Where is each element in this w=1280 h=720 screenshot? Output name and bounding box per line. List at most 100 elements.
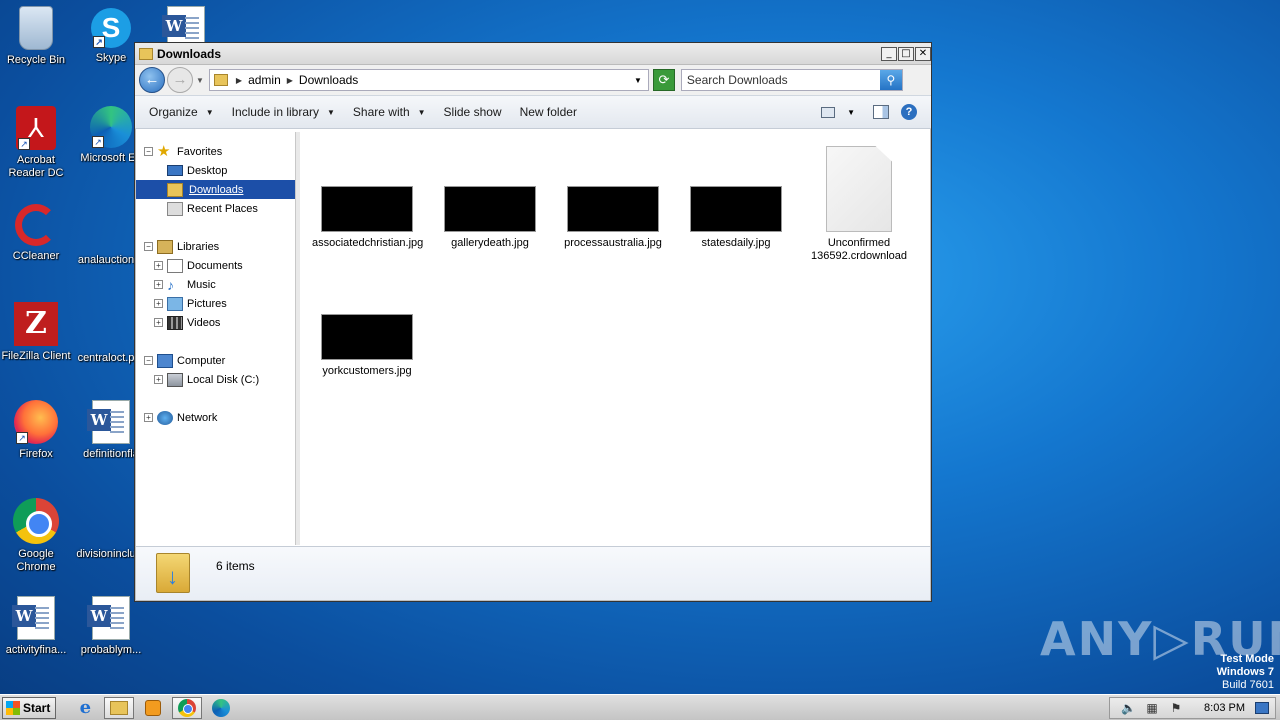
collapse-icon[interactable]: − [144, 147, 153, 156]
desktop-icon-divisioninclu[interactable]: divisioninclu [70, 498, 142, 561]
tree-item-downloads[interactable]: Downloads [136, 180, 295, 199]
expand-icon[interactable]: + [144, 413, 153, 422]
desktop-icon-label: probablym... [80, 644, 142, 656]
back-button[interactable]: ← [139, 67, 165, 93]
taskbar-edge[interactable] [206, 697, 236, 719]
network-icon [157, 410, 173, 425]
tree-item-local-disk[interactable]: + Local Disk (C:) [136, 370, 295, 389]
desktop-icon-acrobat[interactable]: ⅄ ↗ Acrobat Reader DC [0, 106, 72, 180]
window-controls: _ □ ✕ [880, 46, 931, 61]
slide-show-button[interactable]: Slide show [444, 105, 502, 119]
refresh-button[interactable]: ⟳ [652, 69, 675, 91]
document-icon [83, 498, 129, 544]
taskbar-chrome[interactable] [172, 696, 203, 719]
expand-icon[interactable]: + [154, 318, 163, 327]
taskbar-explorer[interactable] [104, 696, 135, 719]
breadcrumb-admin[interactable]: admin [248, 73, 281, 87]
chrome-icon [178, 698, 197, 717]
file-name: gallerydeath.jpg [451, 237, 529, 249]
chevron-down-icon[interactable]: ▼ [847, 108, 855, 117]
desktop-icon-ccleaner[interactable]: CCleaner [0, 204, 72, 263]
expand-icon[interactable]: + [154, 280, 163, 289]
skype-icon: S ↗ [91, 8, 131, 48]
taskbar-media-player[interactable] [138, 697, 168, 719]
include-in-library-button[interactable]: Include in library ▼ [232, 105, 335, 119]
file-item[interactable]: gallerydeath.jpg [435, 186, 545, 250]
image-thumbnail [321, 186, 413, 232]
explorer-body: − ★ Favorites Desktop Downloads Recent P… [136, 132, 930, 545]
desktop-icon-label: Microsoft Ed [80, 152, 142, 164]
tree-item-music[interactable]: + ♪ Music [136, 275, 295, 294]
star-icon: ★ [157, 142, 171, 160]
recent-places-icon [167, 201, 183, 216]
search-input[interactable] [681, 71, 880, 89]
tree-item-desktop[interactable]: Desktop [136, 161, 295, 180]
desktop-icon-analauction[interactable]: analauction [70, 204, 142, 267]
desktop-icon-filezilla[interactable]: Z FileZilla Client [0, 302, 72, 363]
tree-item-pictures[interactable]: + Pictures [136, 294, 295, 313]
file-item[interactable]: processaustralia.jpg [558, 186, 668, 250]
view-controls: ▼ ? [821, 104, 931, 120]
flag-icon[interactable]: ⚑ [1169, 701, 1183, 715]
tree-item-favorites[interactable]: − ★ Favorites [136, 142, 295, 161]
title-bar[interactable]: Downloads _ □ ✕ [135, 43, 931, 65]
desktop-icon-firefox[interactable]: ↗ Firefox [0, 400, 72, 461]
change-view-icon[interactable] [821, 106, 836, 118]
share-with-button[interactable]: Share with ▼ [353, 105, 426, 119]
address-dropdown-icon[interactable]: ▼ [634, 76, 642, 85]
system-tray: 🔈 ▦ ⚑ 8:03 PM [1109, 696, 1276, 719]
start-button[interactable]: Start [2, 696, 57, 719]
address-bar[interactable]: ▶ admin ▶ Downloads ▼ [208, 69, 649, 91]
desktop-icon-label: divisioninclu [76, 548, 136, 560]
tree-item-videos[interactable]: + Videos [136, 313, 295, 332]
search-icon[interactable]: ⚲ [879, 70, 902, 90]
minimize-button[interactable]: _ [881, 46, 897, 61]
search-box[interactable]: ⚲ [680, 69, 903, 91]
organize-button[interactable]: Organize ▼ [149, 105, 214, 119]
forward-button[interactable]: → [167, 67, 193, 93]
expand-icon[interactable]: + [154, 375, 163, 384]
shortcut-arrow-icon: ↗ [93, 36, 105, 48]
navigation-bar: ← → ▼ ▶ admin ▶ Downloads ▼ ⟳ ⚲ [135, 65, 931, 95]
file-item[interactable]: yorkcustomers.jpg [312, 314, 422, 378]
tree-item-libraries[interactable]: − Libraries [136, 237, 295, 256]
collapse-icon[interactable]: − [144, 356, 153, 365]
collapse-icon[interactable]: − [144, 242, 153, 251]
expand-icon[interactable]: + [154, 261, 163, 270]
videos-icon [167, 315, 183, 330]
share-label: Share with [352, 105, 410, 119]
expand-icon[interactable]: + [154, 299, 163, 308]
help-icon[interactable]: ? [901, 104, 917, 120]
preview-pane-icon[interactable] [873, 105, 889, 119]
folder-icon [213, 74, 228, 86]
breadcrumb-separator[interactable]: ▶ [287, 76, 293, 85]
tree-item-network[interactable]: + Network [136, 408, 295, 427]
tree-item-recent-places[interactable]: Recent Places [136, 199, 295, 218]
breadcrumb-downloads[interactable]: Downloads [299, 73, 358, 87]
tree-item-documents[interactable]: + Documents [136, 256, 295, 275]
tree-item-computer[interactable]: − Computer [136, 351, 295, 370]
network-tray-icon[interactable]: ▦ [1145, 701, 1159, 715]
desktop-icon-chrome[interactable]: Google Chrome [0, 498, 72, 574]
desktop-icon-centraloct[interactable]: centraloct.p [70, 302, 142, 365]
show-desktop-icon[interactable] [1255, 701, 1269, 714]
taskbar-internet-explorer[interactable]: e [70, 697, 100, 719]
file-item[interactable]: Unconfirmed 136592.crdownload [804, 146, 914, 263]
acrobat-icon: ⅄ ↗ [16, 106, 56, 150]
maximize-button[interactable]: □ [898, 46, 914, 61]
desktop-icon-activityfina[interactable]: activityfina... [0, 596, 72, 657]
clock[interactable]: 8:03 PM [1204, 702, 1245, 714]
file-item[interactable]: statesdaily.jpg [681, 186, 791, 250]
breadcrumb-separator[interactable]: ▶ [236, 76, 242, 85]
file-item[interactable]: associatedchristian.jpg [312, 186, 423, 250]
close-button[interactable]: ✕ [915, 46, 931, 61]
desktop-icon-recycle-bin[interactable]: Recycle Bin [0, 6, 72, 67]
media-player-icon [145, 699, 162, 716]
navigation-pane: − ★ Favorites Desktop Downloads Recent P… [136, 132, 300, 545]
desktop-icon-label: activityfina... [5, 644, 67, 656]
new-folder-button[interactable]: New folder [520, 105, 577, 119]
volume-icon[interactable]: 🔈 [1121, 701, 1136, 715]
shortcut-arrow-icon: ↗ [92, 136, 104, 148]
recent-pages-dropdown[interactable]: ▼ [196, 76, 204, 85]
desktop-icon-probablym[interactable]: probablym... [75, 596, 147, 657]
